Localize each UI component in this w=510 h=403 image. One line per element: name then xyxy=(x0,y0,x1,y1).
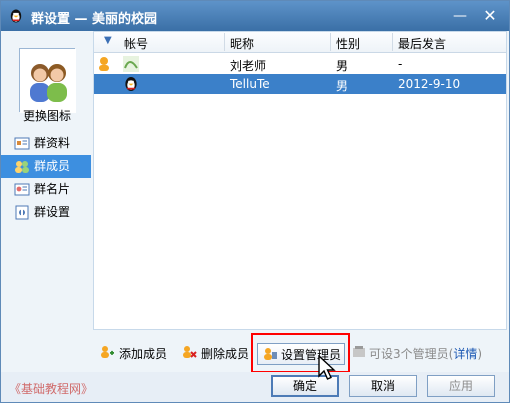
sidebar-item-group-members[interactable]: 群成员 xyxy=(1,155,91,178)
sidebar-item-label: 群名片 xyxy=(34,182,71,196)
qq-penguin-icon xyxy=(10,9,22,23)
mouse-cursor-icon xyxy=(318,355,336,380)
column-gender[interactable]: 性别 xyxy=(336,35,360,52)
column-last-speak[interactable]: 最后发言 xyxy=(398,35,446,52)
member-list-header: ▼ 帐号 昵称 性别 最后发言 xyxy=(94,32,506,53)
admin-limit-text: 可设3个管理员(详情) xyxy=(369,345,482,362)
sidebar-item-label: 群成员 xyxy=(34,159,71,173)
user-avatar xyxy=(123,56,139,72)
remove-member-icon xyxy=(183,346,197,358)
close-icon[interactable]: ✕ xyxy=(479,7,501,25)
sidebar: 更换图标 群资料 群成员 群名片 群设置 xyxy=(1,31,93,372)
add-member-icon xyxy=(101,346,114,358)
sidebar-item-label: 群设置 xyxy=(34,205,71,219)
apply-button[interactable]: 应用 xyxy=(427,375,495,397)
remove-member-button[interactable]: 删除成员 xyxy=(201,345,249,362)
sidebar-item-label: 群资料 xyxy=(34,136,71,150)
group-card-icon xyxy=(14,183,30,196)
minimize-icon[interactable]: — xyxy=(449,7,471,25)
column-divider xyxy=(392,33,393,51)
group-avatar[interactable] xyxy=(19,48,76,113)
sidebar-item-group-info[interactable]: 群资料 xyxy=(1,132,91,155)
admin-limit-suffix: ) xyxy=(477,347,483,361)
table-row[interactable]: TelluTe 男 2012-9-10 xyxy=(94,74,506,94)
watermark-link: 《基础教程网》 xyxy=(9,382,94,396)
add-member-button[interactable]: 添加成员 xyxy=(119,345,167,362)
cell-nickname: TelluTe xyxy=(230,77,270,91)
member-list: ▼ 帐号 昵称 性别 最后发言 刘老师 男 - TelluTe 男 2012-9… xyxy=(93,31,507,330)
title-bar[interactable]: 群设置 — 美丽的校园 — ✕ xyxy=(1,1,509,31)
group-members-icon xyxy=(15,161,29,173)
cell-last-speak: - xyxy=(398,57,403,71)
cell-gender: 男 xyxy=(336,59,349,73)
sort-arrow-icon[interactable]: ▼ xyxy=(104,35,112,46)
sidebar-item-group-settings[interactable]: 群设置 xyxy=(1,201,91,224)
sidebar-item-group-card[interactable]: 群名片 xyxy=(1,178,91,201)
cell-last-speak: 2012-9-10 xyxy=(398,77,461,91)
admin-limit-prefix: 可设3个管理员( xyxy=(369,347,454,361)
change-icon-label[interactable]: 更换图标 xyxy=(23,107,71,124)
column-account[interactable]: 帐号 xyxy=(124,35,148,52)
window-title: 群设置 — 美丽的校园 xyxy=(31,12,158,27)
column-nickname[interactable]: 昵称 xyxy=(230,35,254,52)
cell-nickname: 刘老师 xyxy=(230,59,267,73)
cell-gender: 男 xyxy=(336,79,349,93)
people-icon xyxy=(20,49,76,113)
admin-limit-icon xyxy=(353,346,365,357)
table-row[interactable]: 刘老师 男 - xyxy=(94,54,506,74)
group-settings-window: 群设置 — 美丽的校园 — ✕ 更换图标 群资料 群成员 群名片 群设置 ▼ 帐… xyxy=(0,0,510,403)
group-settings-icon xyxy=(15,205,29,220)
details-link[interactable]: 详情 xyxy=(453,347,477,361)
qq-penguin-icon xyxy=(125,77,137,91)
column-divider xyxy=(224,33,225,51)
column-divider xyxy=(330,33,331,51)
group-info-icon xyxy=(14,137,30,150)
dialog-footer: 《基础教程网》 确定 取消 应用 xyxy=(1,372,509,402)
cancel-button[interactable]: 取消 xyxy=(349,375,417,397)
owner-icon xyxy=(99,57,109,71)
